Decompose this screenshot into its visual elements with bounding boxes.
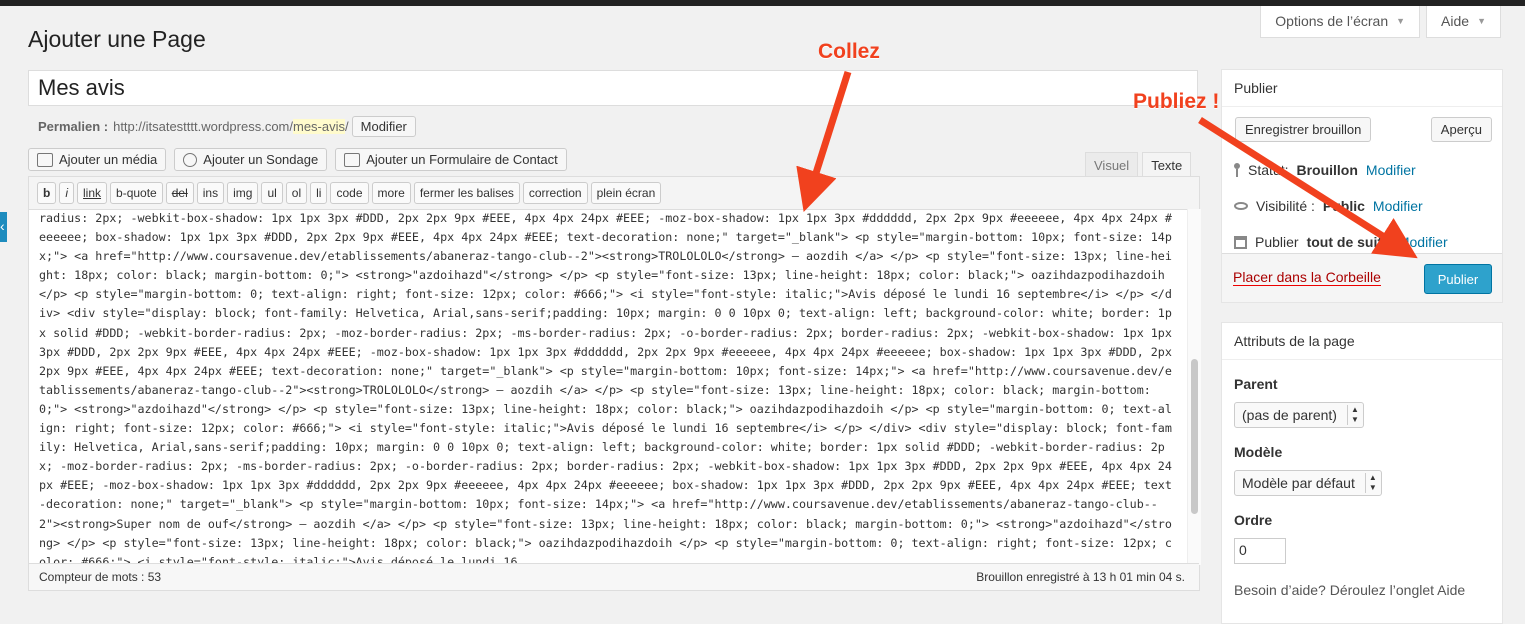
poll-icon bbox=[183, 152, 198, 167]
edit-permalink-button[interactable]: Modifier bbox=[351, 116, 416, 137]
publish-annotation: Publiez ! bbox=[1133, 90, 1220, 113]
form-icon bbox=[344, 152, 361, 167]
pin-icon bbox=[1234, 163, 1240, 177]
trash-link[interactable]: Placer dans la Corbeille bbox=[1233, 269, 1381, 286]
permalink-row: Permalien : http://itsatestttt.wordpress… bbox=[38, 116, 416, 137]
dropdown-triangle-icon: ▼ bbox=[1477, 16, 1486, 26]
attributes-help-text: Besoin d’aide? Déroulez l’onglet Aide bbox=[1234, 582, 1466, 598]
editor-status-bar: Compteur de mots : 53 Brouillon enregist… bbox=[29, 563, 1199, 590]
select-arrows-icon: ▲ ▼ bbox=[1364, 473, 1377, 493]
dropdown-triangle-icon: ▼ bbox=[1396, 16, 1406, 26]
qt-italic-button[interactable]: i bbox=[59, 182, 75, 204]
add-poll-button[interactable]: Ajouter un Sondage bbox=[174, 148, 328, 171]
screen-meta-links: Options de l’écran ▼ Aide ▼ bbox=[1260, 6, 1501, 38]
content-textarea[interactable]: radius: 2px; -webkit-box-shadow: 1px 1px… bbox=[29, 209, 1187, 565]
editor-scrollbar[interactable] bbox=[1187, 209, 1201, 565]
collapse-arrow-icon: ‹ bbox=[0, 218, 5, 234]
qt-li-button[interactable]: li bbox=[310, 182, 328, 204]
attributes-box-title: Attributs de la page bbox=[1222, 323, 1502, 360]
permalink-suffix: / bbox=[345, 119, 349, 134]
visibility-value: Public bbox=[1322, 198, 1365, 214]
publish-box-title: Publier bbox=[1222, 70, 1502, 107]
publish-box: Publier Enregistrer brouillon Aperçu Sta… bbox=[1221, 69, 1503, 303]
autosave-status: Brouillon enregistré à 13 h 01 min 04 s. bbox=[976, 570, 1185, 584]
qt-link-button[interactable]: link bbox=[77, 182, 108, 204]
qt-fullscreen-button[interactable]: plein écran bbox=[590, 182, 662, 204]
permalink-base: http://itsatestttt.wordpress.com/ bbox=[113, 119, 293, 134]
qt-del-button[interactable]: del bbox=[165, 182, 194, 204]
parent-label: Parent bbox=[1234, 376, 1278, 392]
qt-close-tags-button[interactable]: fermer les balises bbox=[413, 182, 520, 204]
preview-button[interactable]: Aperçu bbox=[1430, 117, 1492, 142]
status-value: Brouillon bbox=[1296, 162, 1358, 178]
calendar-icon bbox=[1234, 235, 1247, 249]
media-buttons: Ajouter un média Ajouter un Sondage Ajou… bbox=[28, 148, 567, 171]
order-label: Ordre bbox=[1234, 512, 1273, 528]
minor-publishing-actions: Enregistrer brouillon Aperçu bbox=[1222, 107, 1502, 152]
visibility-row: Visibilité : Public Modifier bbox=[1222, 188, 1502, 224]
template-label: Modèle bbox=[1234, 444, 1283, 460]
help-tab[interactable]: Aide ▼ bbox=[1426, 6, 1501, 38]
post-title-input[interactable]: Mes avis bbox=[28, 70, 1198, 106]
eye-icon bbox=[1234, 202, 1248, 210]
tab-text[interactable]: Texte bbox=[1142, 152, 1192, 179]
qt-ins-button[interactable]: ins bbox=[196, 182, 225, 204]
permalink-slug[interactable]: mes-avis bbox=[293, 119, 346, 134]
save-draft-button[interactable]: Enregistrer brouillon bbox=[1235, 117, 1372, 142]
screen-options-tab[interactable]: Options de l’écran ▼ bbox=[1260, 6, 1421, 38]
major-publishing-actions: Placer dans la Corbeille Publier bbox=[1222, 253, 1502, 302]
add-contact-form-button[interactable]: Ajouter un Formulaire de Contact bbox=[335, 148, 567, 171]
qt-blockquote-button[interactable]: b-quote bbox=[110, 182, 163, 204]
publish-button[interactable]: Publier bbox=[1424, 264, 1492, 294]
page-attributes-box: Attributs de la page Parent (pas de pare… bbox=[1221, 322, 1503, 624]
schedule-label: Publier bbox=[1255, 234, 1299, 250]
content-editor: b i link b-quote del ins img ul ol li co… bbox=[28, 176, 1201, 591]
word-count: Compteur de mots : 53 bbox=[39, 570, 162, 584]
scrollbar-thumb[interactable] bbox=[1191, 359, 1198, 514]
qt-ul-button[interactable]: ul bbox=[261, 182, 283, 204]
template-select[interactable]: Modèle par défaut ▲ ▼ bbox=[1234, 470, 1382, 496]
parent-select[interactable]: (pas de parent) ▲ ▼ bbox=[1234, 402, 1364, 428]
qt-img-button[interactable]: img bbox=[227, 182, 259, 204]
status-row: Statut: Brouillon Modifier bbox=[1222, 152, 1502, 188]
paste-annotation: Collez bbox=[818, 40, 880, 63]
edit-schedule-link[interactable]: Modifier bbox=[1398, 234, 1448, 250]
permalink-label: Permalien : bbox=[38, 119, 109, 134]
qt-ol-button[interactable]: ol bbox=[285, 182, 308, 204]
edit-visibility-link[interactable]: Modifier bbox=[1373, 198, 1423, 214]
tab-visual[interactable]: Visuel bbox=[1085, 152, 1139, 179]
page-title: Ajouter une Page bbox=[28, 26, 206, 52]
media-icon bbox=[37, 152, 53, 167]
qt-more-button[interactable]: more bbox=[371, 182, 411, 204]
edit-status-link[interactable]: Modifier bbox=[1366, 162, 1416, 178]
qt-spellcheck-button[interactable]: correction bbox=[522, 182, 588, 204]
order-input[interactable]: 0 bbox=[1234, 538, 1286, 564]
status-label: Statut: bbox=[1248, 162, 1289, 178]
schedule-value: tout de suite bbox=[1306, 234, 1390, 250]
qt-bold-button[interactable]: b bbox=[37, 182, 57, 204]
qt-code-button[interactable]: code bbox=[330, 182, 369, 204]
editor-tabs: Visuel Texte bbox=[1081, 152, 1192, 179]
add-media-button[interactable]: Ajouter un média bbox=[28, 148, 167, 171]
visibility-label: Visibilité : bbox=[1256, 198, 1315, 214]
select-arrows-icon: ▲ ▼ bbox=[1346, 405, 1359, 425]
quicktags-toolbar: b i link b-quote del ins img ul ol li co… bbox=[29, 177, 1199, 210]
